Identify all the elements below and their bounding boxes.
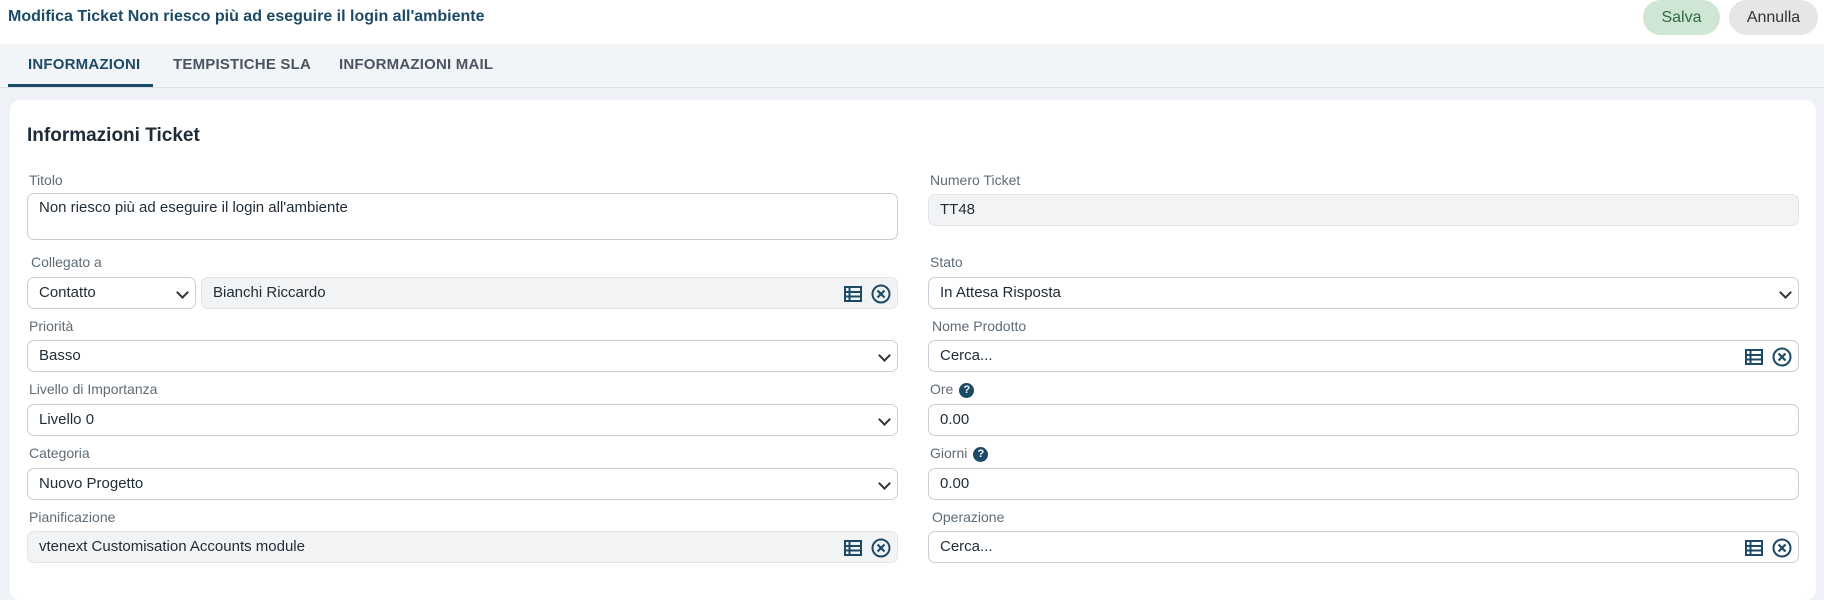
nome-prodotto-label: Nome Prodotto [932,318,1027,334]
giorni-label: Giorni? [930,445,989,462]
livello-importanza-label: Livello di Importanza [29,381,158,397]
page-header: Modifica Ticket Non riesco più ad esegui… [0,0,1824,44]
categoria-label: Categoria [29,445,90,461]
help-icon[interactable]: ? [959,383,975,398]
numero-ticket-field: TT48 [928,194,1799,226]
list-icon[interactable] [843,538,863,558]
section-title: Informazioni Ticket [27,125,200,146]
tab-bar: INFORMAZIONI TEMPISTICHE SLA INFORMAZION… [0,44,1824,88]
stato-select[interactable]: In Attesa Risposta [928,277,1799,309]
pianificazione-value: vtenext Customisation Accounts module [39,538,305,555]
save-button[interactable]: Salva [1643,0,1720,35]
nome-prodotto-placeholder: Cerca... [940,347,993,364]
pianificazione-field[interactable]: vtenext Customisation Accounts module [27,531,898,563]
clear-circle-icon[interactable] [1772,347,1792,367]
operazione-label: Operazione [932,509,1005,525]
page-title: Modifica Ticket Non riesco più ad esegui… [8,8,485,25]
numero-ticket-label: Numero Ticket [930,172,1021,188]
nome-prodotto-field[interactable]: Cerca... [928,340,1799,372]
collegato-a-type-select[interactable]: Contatto [27,277,196,309]
ore-input[interactable]: 0.00 [928,404,1799,436]
collegato-a-field[interactable]: Bianchi Riccardo [201,277,898,309]
operazione-placeholder: Cerca... [940,538,993,555]
operazione-field[interactable]: Cerca... [928,531,1799,563]
clear-circle-icon[interactable] [1772,538,1792,558]
collegato-a-label: Collegato a [31,254,102,270]
categoria-select[interactable]: Nuovo Progetto [27,468,898,500]
list-icon[interactable] [843,284,863,304]
priorita-select[interactable]: Basso [27,340,898,372]
livello-importanza-select[interactable]: Livello 0 [27,404,898,436]
tab-informazioni[interactable]: INFORMAZIONI [28,56,140,86]
clear-circle-icon[interactable] [871,538,891,558]
collegato-a-value: Bianchi Riccardo [213,284,326,301]
pianificazione-label: Pianificazione [29,509,116,525]
list-icon[interactable] [1744,538,1764,558]
cancel-button[interactable]: Annulla [1729,0,1818,35]
tab-informazioni-mail[interactable]: INFORMAZIONI MAIL [339,56,493,86]
help-icon[interactable]: ? [973,447,989,462]
active-tab-indicator [8,84,153,87]
list-icon[interactable] [1744,347,1764,367]
titolo-textarea[interactable]: Non riesco più ad eseguire il login all'… [27,193,898,240]
giorni-input[interactable]: 0.00 [928,468,1799,500]
ore-label: Ore? [930,381,975,398]
clear-circle-icon[interactable] [871,284,891,304]
ore-label-text: Ore [930,381,954,397]
titolo-label: Titolo [29,172,63,188]
tab-tempistiche-sla[interactable]: TEMPISTICHE SLA [173,56,311,86]
giorni-label-text: Giorni [930,445,968,461]
stato-label: Stato [930,254,963,270]
priorita-label: Priorità [29,318,74,334]
